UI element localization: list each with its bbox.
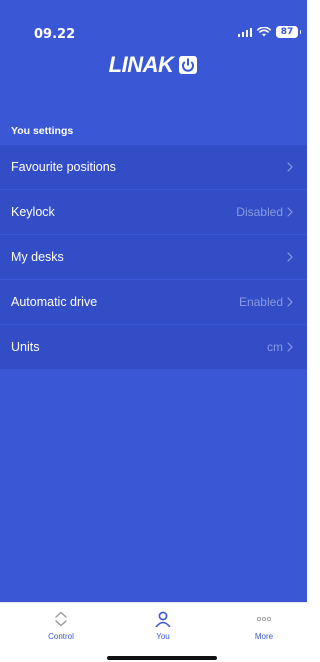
- ellipsis-icon: [256, 616, 272, 622]
- status-time: 09.22: [34, 27, 76, 42]
- setting-label: Keylock: [11, 205, 55, 219]
- home-indicator[interactable]: [107, 656, 217, 660]
- setting-value: cm: [267, 340, 283, 354]
- chevron-right-icon: [287, 252, 293, 262]
- battery-icon: 87: [276, 26, 301, 38]
- person-icon: [155, 611, 171, 627]
- setting-value: Enabled: [238, 295, 283, 309]
- tab-bar: Control You More: [0, 602, 307, 662]
- settings-list: Favourite positions Keylock Disabled My …: [0, 145, 307, 370]
- setting-value: Disabled: [236, 205, 283, 219]
- status-bar: 09.22 87: [0, 0, 307, 42]
- setting-units[interactable]: Units cm: [0, 325, 307, 369]
- chevron-right-icon: [287, 207, 293, 217]
- tab-control[interactable]: Control: [31, 611, 91, 641]
- wifi-icon: [257, 27, 271, 37]
- setting-label: Units: [11, 340, 40, 354]
- chevron-right-icon: [287, 162, 293, 172]
- section-title: You settings: [11, 125, 74, 137]
- chevron-right-icon: [287, 342, 293, 352]
- setting-label: Favourite positions: [11, 160, 116, 174]
- setting-automatic-drive[interactable]: Automatic drive Enabled: [0, 280, 307, 324]
- power-logo-icon: [179, 56, 198, 74]
- setting-favourite-positions[interactable]: Favourite positions: [0, 145, 307, 189]
- tab-label: Control: [48, 632, 74, 641]
- tab-you[interactable]: You: [133, 611, 193, 641]
- setting-keylock[interactable]: Keylock Disabled: [0, 190, 307, 234]
- tab-label: More: [254, 632, 274, 641]
- tab-label: You: [156, 632, 170, 641]
- up-down-chevrons-icon: [55, 611, 67, 627]
- chevron-right-icon: [287, 297, 293, 307]
- app-screen: 09.22 87 LINAK You settings Favourite po…: [0, 0, 307, 662]
- linak-logo: LINAK: [0, 52, 307, 78]
- tab-more[interactable]: More: [234, 611, 294, 641]
- setting-my-desks[interactable]: My desks: [0, 235, 307, 279]
- cellular-signal-icon: [237, 27, 252, 37]
- setting-label: Automatic drive: [11, 295, 98, 309]
- logo-text: LINAK: [108, 52, 174, 77]
- status-icons: 87: [237, 26, 301, 38]
- setting-label: My desks: [11, 250, 64, 264]
